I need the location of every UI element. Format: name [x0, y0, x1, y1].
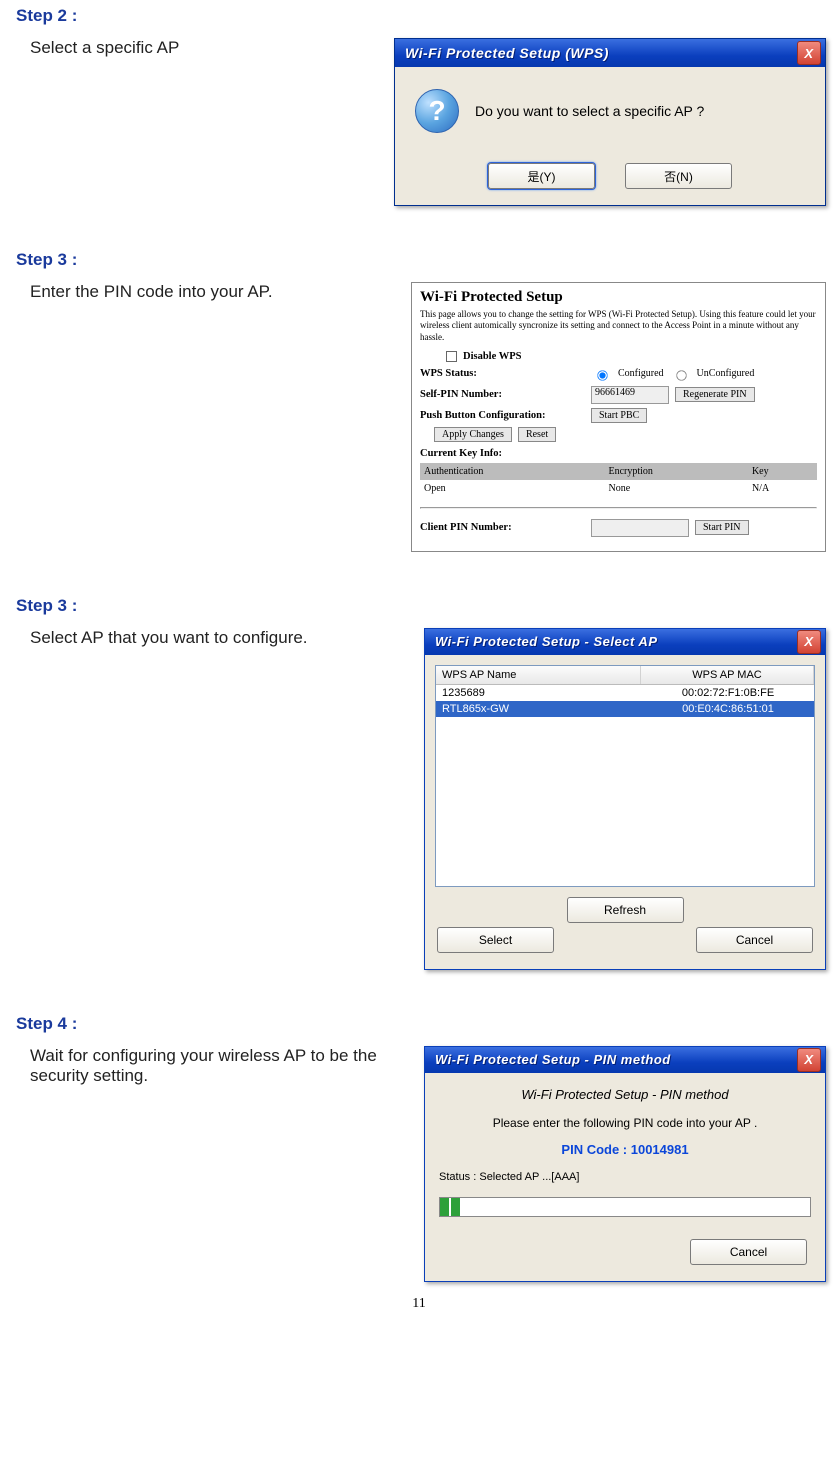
- msgbox-titlebar: Wi-Fi Protected Setup (WPS) X: [395, 39, 825, 67]
- step3b-heading: Step 3 :: [12, 596, 826, 616]
- cancel-button[interactable]: Cancel: [690, 1239, 807, 1265]
- step3b-text: Select AP that you want to configure.: [12, 628, 412, 648]
- select-ap-dialog: Wi-Fi Protected Setup - Select AP X WPS …: [424, 628, 826, 970]
- pbc-label: Push Button Configuration:: [420, 410, 585, 421]
- no-button[interactable]: 否(N): [625, 163, 732, 189]
- disable-wps-checkbox[interactable]: [446, 351, 457, 362]
- msgbox-dialog: Wi-Fi Protected Setup (WPS) X ? Do you w…: [394, 38, 826, 206]
- unconfigured-radio[interactable]: [676, 370, 686, 380]
- ap-list[interactable]: WPS AP Name WPS AP MAC 1235689 00:02:72:…: [435, 665, 815, 887]
- close-icon[interactable]: X: [797, 41, 821, 65]
- step4-text: Wait for configuring your wireless AP to…: [12, 1046, 412, 1086]
- question-icon: ?: [415, 89, 459, 133]
- self-pin-label: Self-PIN Number:: [420, 389, 585, 400]
- pin-please-text: Please enter the following PIN code into…: [439, 1116, 811, 1130]
- th-key: Key: [748, 463, 817, 480]
- apply-changes-button[interactable]: Apply Changes: [434, 427, 512, 442]
- pin-method-dialog: Wi-Fi Protected Setup - PIN method X Wi-…: [424, 1046, 826, 1282]
- page-number: 11: [12, 1296, 826, 1312]
- col-ap-name: WPS AP Name: [436, 666, 641, 684]
- list-item[interactable]: RTL865x-GW 00:E0:4C:86:51:01: [436, 701, 814, 717]
- current-key-info-heading: Current Key Info:: [420, 448, 817, 459]
- web-ap-page: Wi-Fi Protected Setup This page allows y…: [411, 282, 826, 552]
- th-auth: Authentication: [420, 463, 605, 480]
- col-ap-mac: WPS AP MAC: [641, 666, 814, 684]
- td-enc: None: [605, 480, 748, 497]
- pin-subtitle: Wi-Fi Protected Setup - PIN method: [439, 1087, 811, 1102]
- reset-button[interactable]: Reset: [518, 427, 556, 442]
- start-pbc-button[interactable]: Start PBC: [591, 408, 647, 423]
- step2-text: Select a specific AP: [12, 38, 382, 58]
- close-icon[interactable]: X: [797, 630, 821, 654]
- ap-name-cell: RTL865x-GW: [436, 702, 642, 716]
- client-pin-label: Client PIN Number:: [420, 522, 585, 533]
- yes-button[interactable]: 是(Y): [488, 163, 595, 189]
- pin-status-text: Status : Selected AP ...[AAA]: [439, 1171, 811, 1183]
- th-enc: Encryption: [605, 463, 748, 480]
- wps-status-label: WPS Status:: [420, 368, 585, 379]
- ap-mac-cell: 00:E0:4C:86:51:01: [642, 702, 814, 716]
- pin-code-label: PIN Code : 10014981: [439, 1142, 811, 1157]
- td-auth: Open: [420, 480, 605, 497]
- self-pin-value: 96661469: [591, 386, 669, 404]
- msgbox-title: Wi-Fi Protected Setup (WPS): [405, 45, 797, 61]
- web-desc: This page allows you to change the setti…: [420, 309, 817, 343]
- progress-bar: [439, 1197, 811, 1217]
- configured-radio[interactable]: [597, 370, 607, 380]
- step2-heading: Step 2 :: [12, 6, 826, 26]
- msgbox-message: Do you want to select a specific AP ?: [475, 103, 704, 119]
- list-item[interactable]: 1235689 00:02:72:F1:0B:FE: [436, 685, 814, 701]
- ap-mac-cell: 00:02:72:F1:0B:FE: [642, 686, 814, 700]
- select-ap-titlebar: Wi-Fi Protected Setup - Select AP X: [425, 629, 825, 655]
- unconfigured-label: UnConfigured: [697, 368, 755, 379]
- select-button[interactable]: Select: [437, 927, 554, 953]
- select-ap-title: Wi-Fi Protected Setup - Select AP: [435, 634, 797, 649]
- step4-heading: Step 4 :: [12, 1014, 826, 1034]
- web-title: Wi-Fi Protected Setup: [420, 289, 817, 306]
- refresh-button[interactable]: Refresh: [567, 897, 684, 923]
- disable-wps-label: Disable WPS: [463, 351, 521, 362]
- close-icon[interactable]: X: [797, 1048, 821, 1072]
- client-pin-input[interactable]: [591, 519, 689, 537]
- step3a-heading: Step 3 :: [12, 250, 826, 270]
- key-info-table: Authentication Encryption Key Open None …: [420, 463, 817, 497]
- td-key: N/A: [748, 480, 817, 497]
- ap-name-cell: 1235689: [436, 686, 642, 700]
- regenerate-pin-button[interactable]: Regenerate PIN: [675, 387, 755, 402]
- pin-title: Wi-Fi Protected Setup - PIN method: [435, 1052, 797, 1067]
- step3a-text: Enter the PIN code into your AP.: [12, 282, 399, 302]
- pin-titlebar: Wi-Fi Protected Setup - PIN method X: [425, 1047, 825, 1073]
- configured-label: Configured: [618, 368, 664, 379]
- start-pin-button[interactable]: Start PIN: [695, 520, 749, 535]
- cancel-button[interactable]: Cancel: [696, 927, 813, 953]
